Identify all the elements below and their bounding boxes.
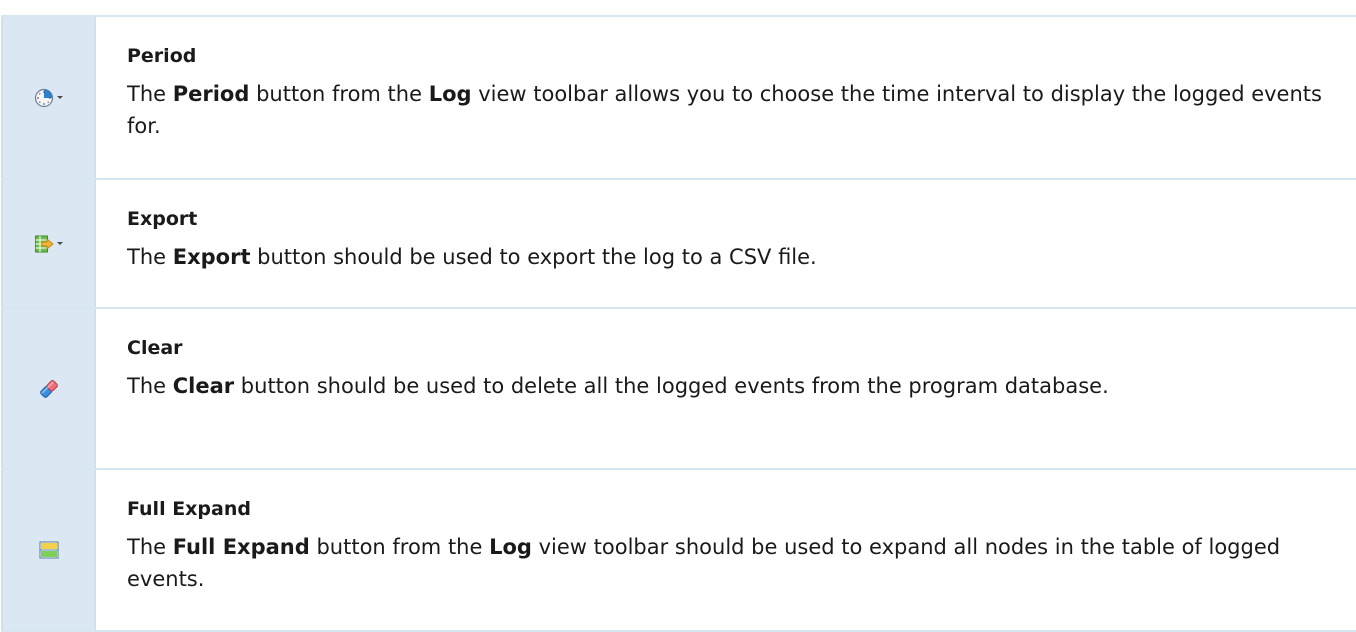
row-description: The Full Expand button from the Log view… <box>127 535 1281 591</box>
row-description: The Clear button should be used to delet… <box>127 374 1109 398</box>
toolbar-buttons-table: Period The Period button from the Log vi… <box>1 15 1356 632</box>
icon-cell <box>1 470 96 630</box>
eraser-icon <box>38 378 60 400</box>
bold-term: Export <box>172 245 251 269</box>
table-row-full-expand: Full Expand The Full Expand button from … <box>1 470 1356 632</box>
full-expand-icon <box>39 541 59 559</box>
bold-term: Log <box>428 82 472 106</box>
export-dropdown-icon <box>34 234 63 254</box>
bold-term: Full Expand <box>172 535 310 559</box>
icon-cell <box>1 309 96 468</box>
row-title: Period <box>127 45 197 67</box>
row-description: The Period button from the Log view tool… <box>127 82 1322 138</box>
description-cell: Clear The Clear button should be used to… <box>96 309 1356 468</box>
description-cell: Full Expand The Full Expand button from … <box>96 470 1356 630</box>
row-title: Clear <box>127 337 183 359</box>
description-cell: Export The Export button should be used … <box>96 180 1356 307</box>
description-cell: Period The Period button from the Log vi… <box>96 17 1356 178</box>
table-row-period: Period The Period button from the Log vi… <box>1 17 1356 180</box>
row-title: Full Expand <box>127 498 251 520</box>
row-description: The Export button should be used to expo… <box>127 245 817 269</box>
icon-cell <box>1 17 96 178</box>
bold-term: Log <box>489 535 532 559</box>
clock-dropdown-icon <box>34 88 63 108</box>
table-row-export: Export The Export button should be used … <box>1 180 1356 309</box>
icon-cell <box>1 180 96 307</box>
table-row-clear: Clear The Clear button should be used to… <box>1 309 1356 470</box>
bold-term: Period <box>172 82 250 106</box>
row-title: Export <box>127 208 198 230</box>
bold-term: Clear <box>172 374 235 398</box>
